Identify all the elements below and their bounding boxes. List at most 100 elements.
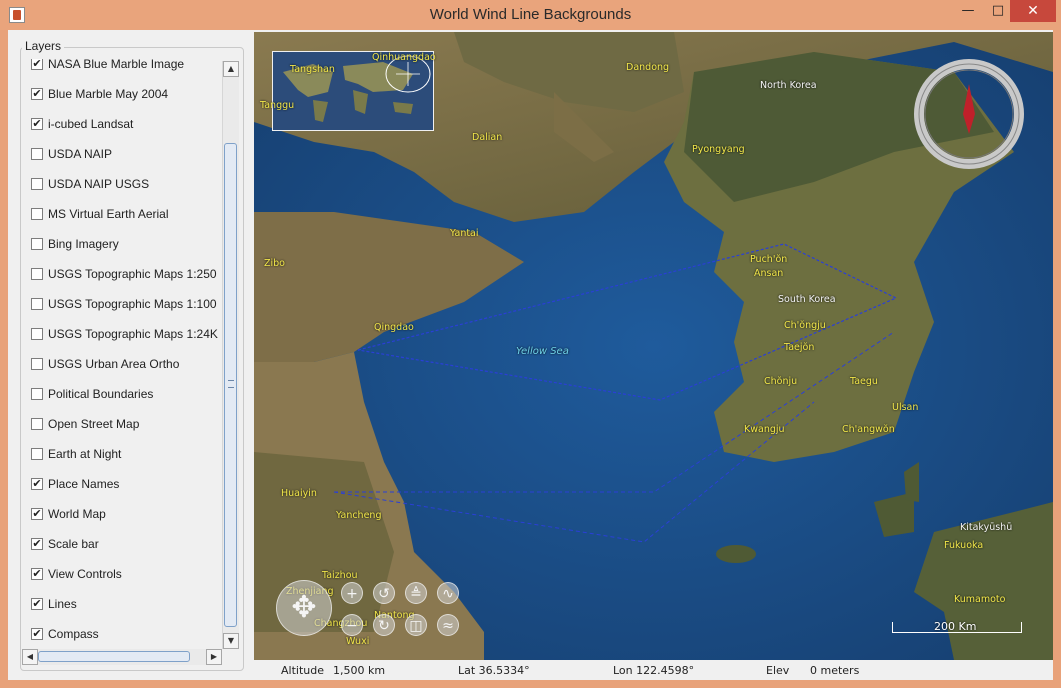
heading-right-button[interactable]: ↻: [373, 614, 395, 636]
layer-checkbox[interactable]: [31, 298, 43, 310]
layer-label: Earth at Night: [48, 447, 122, 461]
layer-label: NASA Blue Marble Image: [48, 59, 185, 71]
scroll-right-arrow[interactable]: ▶: [206, 649, 222, 665]
scroll-up-arrow[interactable]: ▲: [223, 61, 239, 77]
layer-label: View Controls: [48, 567, 122, 581]
zoom-in-button[interactable]: +: [341, 582, 363, 604]
layer-checkbox[interactable]: [31, 148, 43, 160]
layer-checkbox[interactable]: [31, 208, 43, 220]
layer-item[interactable]: Political Boundaries: [28, 385, 224, 405]
layer-checkbox[interactable]: [31, 388, 43, 400]
layer-checkbox[interactable]: ✔: [31, 538, 43, 550]
compass-icon[interactable]: [914, 58, 1024, 170]
layer-checkbox[interactable]: ✔: [31, 88, 43, 100]
application-window: World Wind Line Backgrounds — □ ✕ Layers…: [0, 0, 1061, 688]
place-name-label: Yellow Sea: [516, 346, 569, 357]
world-wind-globe-view[interactable]: Dandong North Korea Tangshan Qinhuangdao Tan…: [254, 32, 1053, 660]
layer-checkbox[interactable]: [31, 268, 43, 280]
layer-item[interactable]: Bing Imagery: [28, 235, 224, 255]
layers-list[interactable]: ✔ NASA Blue Marble Image ✔ Blue Marble May …: [28, 59, 224, 651]
place-name-label: Kumamoto: [954, 594, 1006, 605]
horizontal-scroll-thumb[interactable]: [38, 651, 190, 662]
layer-checkbox[interactable]: ✔: [31, 628, 43, 640]
layers-horizontal-scrollbar[interactable]: ◀ ▶: [22, 649, 222, 665]
layer-item[interactable]: USGS Topographic Maps 1:250: [28, 265, 224, 285]
layer-label: Bing Imagery: [48, 237, 119, 251]
layer-checkbox[interactable]: ✔: [31, 118, 43, 130]
layer-checkbox[interactable]: [31, 328, 43, 340]
layer-checkbox[interactable]: ✔: [31, 568, 43, 580]
layer-item[interactable]: MS Virtual Earth Aerial: [28, 205, 224, 225]
place-name-label: Qinhuangdao: [372, 52, 436, 63]
place-name-label: North Korea: [760, 80, 817, 91]
layer-checkbox[interactable]: ✔: [31, 478, 43, 490]
layer-checkbox[interactable]: [31, 448, 43, 460]
layer-item[interactable]: ✔ Blue Marble May 2004: [28, 85, 224, 105]
layer-checkbox[interactable]: [31, 238, 43, 250]
place-name-label: Wuxi: [346, 636, 370, 647]
layer-item[interactable]: Earth at Night: [28, 445, 224, 465]
layer-checkbox[interactable]: [31, 178, 43, 190]
layer-item[interactable]: USDA NAIP USGS: [28, 175, 224, 195]
scroll-down-arrow[interactable]: ▼: [223, 633, 239, 649]
layer-label: USGS Topographic Maps 1:250: [48, 267, 217, 281]
layer-checkbox[interactable]: [31, 358, 43, 370]
layer-item[interactable]: ✔ View Controls: [28, 565, 224, 585]
layer-item[interactable]: Open Street Map: [28, 415, 224, 435]
place-name-label: South Korea: [778, 294, 836, 305]
layer-item[interactable]: ✔ World Map: [28, 505, 224, 525]
place-name-label: Yantai: [450, 228, 479, 239]
maximize-button[interactable]: □: [983, 0, 1013, 22]
place-name-label: Taejŏn: [784, 342, 815, 353]
title-bar[interactable]: World Wind Line Backgrounds — □ ✕: [0, 0, 1061, 30]
layer-checkbox[interactable]: ✔: [31, 598, 43, 610]
elevation-label: Elev: [766, 664, 790, 677]
place-name-label: Yancheng: [336, 510, 382, 521]
place-name-label: Taizhou: [322, 570, 358, 581]
layer-item[interactable]: ✔ Lines: [28, 595, 224, 615]
layer-checkbox[interactable]: [31, 418, 43, 430]
place-name-label: Kwangju: [744, 424, 785, 435]
place-name-label: Tangshan: [290, 64, 335, 75]
layer-item[interactable]: USGS Topographic Maps 1:24K: [28, 325, 224, 345]
layer-label: Place Names: [48, 477, 120, 491]
heading-left-button[interactable]: ↺: [373, 582, 395, 604]
grip-icon: [228, 380, 234, 388]
layer-checkbox[interactable]: ✔: [31, 508, 43, 520]
layer-item[interactable]: ✔ Place Names: [28, 475, 224, 495]
exaggeration-down-button[interactable]: ≈: [437, 614, 459, 636]
vertical-scroll-thumb[interactable]: [224, 143, 237, 627]
altitude-value: 1,500 km: [333, 664, 386, 677]
layer-item[interactable]: USGS Topographic Maps 1:100: [28, 295, 224, 315]
layer-checkbox[interactable]: ✔: [31, 59, 43, 70]
place-name-label: Taegu: [850, 376, 878, 387]
layers-vertical-scrollbar[interactable]: ▲ ▼: [222, 61, 239, 649]
pan-control[interactable]: ✥: [276, 580, 332, 636]
pitch-down-button[interactable]: ◫: [405, 614, 427, 636]
world-map-inset[interactable]: [272, 51, 434, 131]
place-name-label: Fukuoka: [944, 540, 984, 551]
layer-item[interactable]: USGS Urban Area Ortho: [28, 355, 224, 375]
client-area: Layers ✔ NASA Blue Marble Image ✔ Blue Marb…: [8, 30, 1053, 680]
layer-label: Compass: [48, 627, 99, 641]
place-name-label: Tanggu: [260, 100, 295, 111]
layer-item[interactable]: ✔ i-cubed Landsat: [28, 115, 224, 135]
zoom-out-button[interactable]: −: [341, 614, 363, 636]
place-name-label: Ch'angwŏn: [842, 424, 895, 435]
layer-item[interactable]: ✔ NASA Blue Marble Image: [28, 59, 224, 75]
minimize-button[interactable]: —: [953, 0, 983, 22]
longitude-readout: Lon 122.4598°: [613, 664, 695, 677]
exaggeration-up-button[interactable]: ∿: [437, 582, 459, 604]
place-name-label: Kitakyūshū: [960, 522, 1013, 533]
layer-label: Open Street Map: [48, 417, 140, 431]
layer-item[interactable]: USDA NAIP: [28, 145, 224, 165]
layers-legend: Layers: [22, 39, 65, 53]
place-name-label: Dalian: [472, 132, 503, 143]
scroll-left-arrow[interactable]: ◀: [22, 649, 38, 665]
layer-item[interactable]: ✔ Compass: [28, 625, 224, 645]
layer-item[interactable]: ✔ Scale bar: [28, 535, 224, 555]
scale-bar-label: 200 Km: [934, 620, 977, 633]
close-button[interactable]: ✕: [1010, 0, 1056, 22]
place-name-label: Dandong: [626, 62, 670, 73]
pitch-up-button[interactable]: ≜: [405, 582, 427, 604]
